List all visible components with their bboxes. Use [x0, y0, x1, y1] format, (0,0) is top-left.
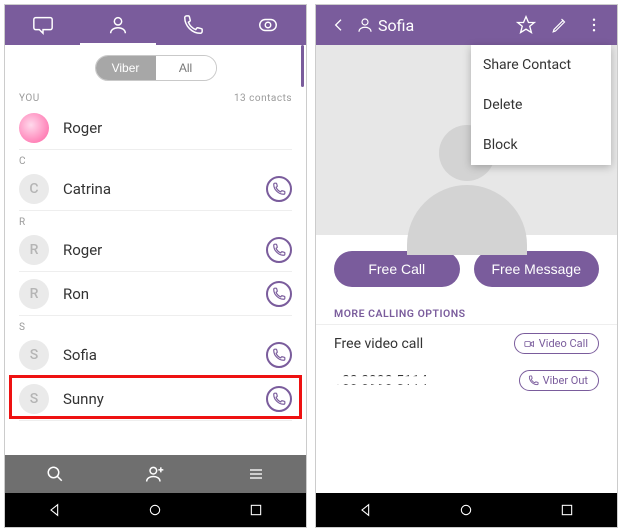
overflow-button[interactable] — [577, 5, 611, 45]
circle-home-icon — [147, 502, 163, 518]
triangle-back-icon — [47, 502, 63, 518]
tab-contacts[interactable] — [80, 5, 155, 45]
tab-public[interactable] — [231, 5, 306, 45]
contact-title: Sofia — [378, 16, 509, 35]
detail-topbar: Sofia — [316, 5, 617, 45]
avatar: S — [19, 340, 49, 370]
circle-home-icon — [458, 502, 474, 518]
contact-name: Ron — [63, 285, 266, 303]
viber-call-icon[interactable] — [266, 342, 292, 368]
star-icon — [516, 15, 536, 35]
viber-call-icon[interactable] — [266, 237, 292, 263]
person-icon — [107, 14, 129, 36]
add-person-icon — [144, 464, 166, 484]
more-vert-icon — [585, 16, 603, 34]
free-call-button[interactable]: Free Call — [334, 251, 460, 287]
nav-back[interactable] — [358, 502, 374, 518]
overflow-menu: Share Contact Delete Block — [471, 45, 611, 165]
phone-number-masked: +00 0990 5114 — [334, 373, 428, 389]
video-icon — [523, 339, 535, 349]
chevron-left-icon — [331, 17, 347, 33]
contact-detail-screen: Sofia Share Contact Delete Block Free Ca… — [315, 4, 618, 528]
contact-name: Roger — [63, 119, 292, 137]
add-contact-button[interactable] — [105, 464, 205, 484]
contact-name: Sunny — [63, 390, 266, 408]
person-icon — [356, 16, 374, 34]
favorite-button[interactable] — [509, 5, 543, 45]
square-recent-icon — [248, 502, 264, 518]
search-icon — [46, 465, 64, 483]
viber-call-icon[interactable] — [266, 386, 292, 412]
square-recent-icon — [559, 502, 575, 518]
menu-delete[interactable]: Delete — [471, 85, 611, 125]
menu-share-contact[interactable]: Share Contact — [471, 45, 611, 85]
filter-segment: Viber All — [95, 55, 217, 81]
me-row[interactable]: Roger — [5, 106, 306, 150]
option-label: Free video call — [334, 336, 423, 352]
contact-row-sunny[interactable]: S Sunny — [5, 377, 306, 421]
phone-icon — [182, 14, 204, 36]
more-options-header: MORE CALLING OPTIONS — [316, 299, 617, 325]
you-label: YOU — [19, 93, 40, 104]
you-header: YOU 13 contacts — [5, 87, 306, 106]
contacts-count: 13 contacts — [234, 93, 292, 104]
menu-button[interactable] — [206, 466, 306, 482]
contacts-list: YOU 13 contacts Roger C C Catrina R R Ro… — [5, 87, 306, 455]
option-video-call[interactable]: Free video call Video Call — [316, 325, 617, 362]
search-button[interactable] — [5, 465, 105, 483]
triangle-back-icon — [358, 502, 374, 518]
avatar: R — [19, 235, 49, 265]
option-viber-out[interactable]: +00 0990 5114 Viber Out — [316, 362, 617, 399]
letter-header-r: R — [5, 211, 306, 228]
chat-icon — [32, 14, 54, 36]
nav-back[interactable] — [47, 502, 63, 518]
eye-icon — [256, 14, 280, 36]
nav-home[interactable] — [458, 502, 474, 518]
contact-name: Catrina — [63, 180, 266, 198]
segment-all[interactable]: All — [156, 56, 216, 80]
avatar — [19, 113, 49, 143]
viber-call-icon[interactable] — [266, 281, 292, 307]
avatar: C — [19, 174, 49, 204]
contact-row-roger[interactable]: R Roger — [5, 228, 306, 272]
contact-name: Roger — [63, 241, 266, 259]
phone-icon — [528, 375, 539, 386]
contact-row-catrina[interactable]: C Catrina — [5, 167, 306, 211]
edit-button[interactable] — [543, 5, 577, 45]
android-navbar — [5, 493, 306, 527]
contacts-screen: Viber All YOU 13 contacts Roger C C Catr… — [4, 4, 307, 528]
nav-recent[interactable] — [248, 502, 264, 518]
nav-home[interactable] — [147, 502, 163, 518]
avatar: S — [19, 384, 49, 414]
video-call-chip[interactable]: Video Call — [514, 333, 599, 354]
segment-viber[interactable]: Viber — [96, 56, 156, 80]
letter-header-c: C — [5, 150, 306, 167]
tab-calls[interactable] — [156, 5, 231, 45]
menu-block[interactable]: Block — [471, 125, 611, 165]
letter-header-s: S — [5, 316, 306, 333]
contact-name: Sofia — [63, 346, 266, 364]
contact-row-sofia[interactable]: S Sofia — [5, 333, 306, 377]
viber-out-chip[interactable]: Viber Out — [519, 370, 599, 391]
bottom-toolbar — [5, 455, 306, 493]
viber-call-icon[interactable] — [266, 176, 292, 202]
android-navbar — [316, 493, 617, 527]
avatar: R — [19, 279, 49, 309]
scrollbar-indicator — [301, 45, 304, 87]
top-tabbar — [5, 5, 306, 45]
hamburger-icon — [246, 466, 266, 482]
tab-chats[interactable] — [5, 5, 80, 45]
free-message-button[interactable]: Free Message — [474, 251, 600, 287]
pencil-icon — [551, 16, 569, 34]
back-button[interactable] — [322, 5, 356, 45]
nav-recent[interactable] — [559, 502, 575, 518]
contact-row-ron[interactable]: R Ron — [5, 272, 306, 316]
filter-segment-wrap: Viber All — [5, 45, 306, 87]
